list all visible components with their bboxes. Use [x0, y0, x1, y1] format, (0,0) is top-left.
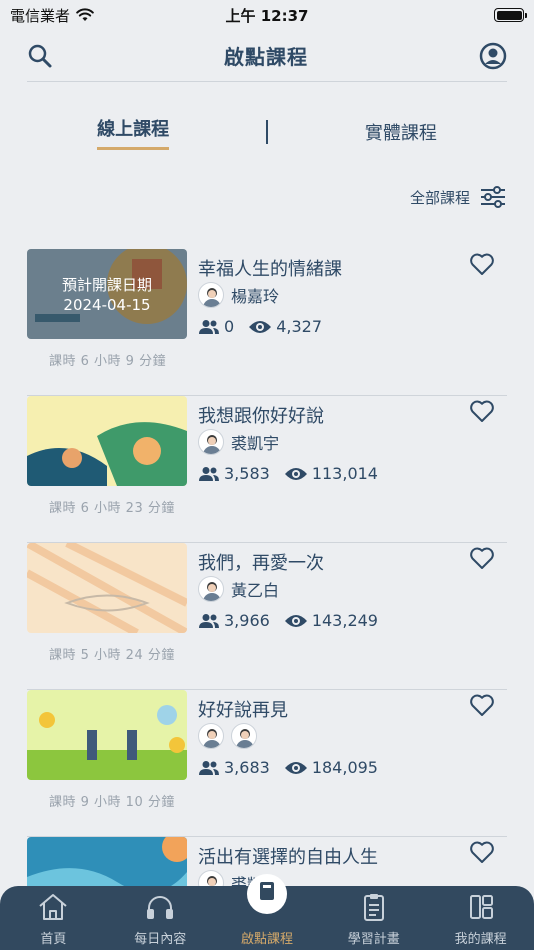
- release-date-label: 預計開課日期: [61, 276, 152, 294]
- course-authors: [198, 723, 257, 749]
- course-card[interactable]: 好好說再見 3,683 184,095 課時 9 小時 10 分鐘: [27, 690, 507, 837]
- members-count: 3,966: [224, 611, 270, 630]
- author-name: 裘凱宇: [231, 434, 280, 453]
- views-count: 143,249: [311, 611, 378, 630]
- carrier-label: 電信業者: [10, 6, 71, 25]
- course-card[interactable]: 我們，再愛一次 黃乙白 3,966 143,249 課時 5 小時 24 分鐘: [27, 543, 507, 690]
- heart-icon[interactable]: [469, 545, 495, 571]
- course-stats: 0 4,327: [198, 317, 336, 336]
- course-stats: 3,583 113,014: [198, 464, 392, 483]
- navbar: 啟點課程: [27, 30, 507, 82]
- course-list: 預計開課日期 2024-04-15 幸福人生的情緒課 楊嘉玲 0 4,327 課…: [0, 249, 534, 950]
- wifi-icon: [76, 8, 94, 21]
- tab-plan-label: 學習計畫: [347, 932, 400, 947]
- views-count: 184,095: [311, 758, 378, 777]
- avatar: [198, 429, 224, 455]
- course-duration: 課時 9 小時 10 分鐘: [49, 795, 175, 810]
- tab-daily-label: 每日內容: [134, 932, 187, 947]
- course-title[interactable]: 好好說再見: [198, 696, 288, 722]
- profile-icon[interactable]: [479, 42, 507, 70]
- heart-icon[interactable]: [469, 692, 495, 718]
- course-stats: 3,683 184,095: [198, 758, 392, 777]
- tab-courses-label: 啟點課程: [240, 932, 293, 947]
- clipboard-icon: [363, 894, 384, 921]
- views-icon: [284, 614, 307, 627]
- views-icon: [249, 320, 272, 333]
- course-authors: 黃乙白: [198, 576, 279, 602]
- views-count: 4,327: [276, 317, 322, 336]
- heart-icon[interactable]: [469, 251, 495, 277]
- course-thumbnail[interactable]: [27, 543, 187, 633]
- tab-online-label: 線上課程: [97, 115, 170, 150]
- members-icon: [199, 466, 219, 481]
- tab-my-courses-label: 我的課程: [454, 932, 507, 947]
- active-tab-bubble: [246, 874, 287, 914]
- avatar: [231, 723, 257, 749]
- views-count: 113,014: [311, 464, 378, 483]
- course-title[interactable]: 幸福人生的情緒課: [198, 255, 342, 281]
- carrier: 電信業者: [10, 5, 94, 26]
- tab-home[interactable]: 首頁: [0, 886, 107, 950]
- views-icon: [284, 467, 307, 480]
- members-count: 0: [224, 317, 235, 336]
- avatar: [198, 576, 224, 602]
- avatar: [198, 282, 224, 308]
- views-icon: [284, 761, 307, 774]
- members-count: 3,583: [224, 464, 270, 483]
- tab-plan[interactable]: 學習計畫: [320, 886, 427, 950]
- course-card[interactable]: 我想跟你好好說 裘凱宇 3,583 113,014 課時 6 小時 23 分鐘: [27, 396, 507, 543]
- release-date-value: 2024-04-15: [63, 296, 151, 314]
- battery-icon: [494, 8, 527, 22]
- page-title: 啟點課程: [224, 45, 308, 69]
- course-authors: 楊嘉玲: [198, 282, 279, 308]
- course-title[interactable]: 我想跟你好好說: [198, 402, 324, 428]
- heart-icon[interactable]: [469, 398, 495, 424]
- filter-row[interactable]: 全部課程: [0, 182, 534, 212]
- tab-home-label: 首頁: [40, 932, 67, 947]
- avatar: [198, 723, 224, 749]
- course-card[interactable]: 預計開課日期 2024-04-15 幸福人生的情緒課 楊嘉玲 0 4,327 課…: [27, 249, 507, 396]
- course-type-segments: 線上課程 實體課程: [0, 82, 534, 182]
- course-duration: 課時 6 小時 23 分鐘: [49, 501, 175, 516]
- filter-sliders-icon[interactable]: [480, 186, 506, 208]
- course-duration: 課時 5 小時 24 分鐘: [49, 648, 175, 663]
- course-thumbnail[interactable]: [27, 690, 187, 780]
- members-icon: [199, 319, 219, 334]
- tab-my-courses[interactable]: 我的課程: [427, 886, 534, 950]
- headphones-icon: [147, 896, 174, 919]
- home-icon: [39, 894, 68, 920]
- course-title[interactable]: 我們，再愛一次: [198, 549, 324, 575]
- tab-offline-courses[interactable]: 實體課程: [268, 119, 534, 145]
- members-icon: [199, 760, 219, 775]
- course-duration: 課時 6 小時 9 分鐘: [49, 354, 167, 369]
- grid-icon: [469, 895, 493, 919]
- filter-label: 全部課程: [409, 188, 470, 207]
- members-count: 3,683: [224, 758, 270, 777]
- course-title[interactable]: 活出有選擇的自由人生: [198, 843, 378, 869]
- course-thumbnail[interactable]: [27, 396, 187, 486]
- release-date-overlay: 預計開課日期 2024-04-15: [27, 249, 187, 339]
- course-thumbnail[interactable]: 預計開課日期 2024-04-15: [27, 249, 187, 339]
- course-authors: 裘凱宇: [198, 429, 279, 455]
- tab-offline-label: 實體課程: [364, 123, 437, 144]
- author-name: 楊嘉玲: [231, 287, 280, 306]
- tab-online-courses[interactable]: 線上課程: [0, 115, 266, 150]
- heart-icon[interactable]: [469, 839, 495, 865]
- author-name: 黃乙白: [231, 581, 280, 600]
- members-icon: [199, 613, 219, 628]
- course-stats: 3,966 143,249: [198, 611, 392, 630]
- bottom-tab-bar: 首頁 每日內容 啟點課程 學習計畫 我的課程: [0, 874, 534, 950]
- book-icon: [259, 882, 274, 900]
- search-icon[interactable]: [27, 43, 53, 69]
- tab-courses[interactable]: 啟點課程: [214, 874, 321, 950]
- tab-daily[interactable]: 每日內容: [107, 886, 214, 950]
- status-bar: 電信業者 上午 12:37: [0, 0, 534, 30]
